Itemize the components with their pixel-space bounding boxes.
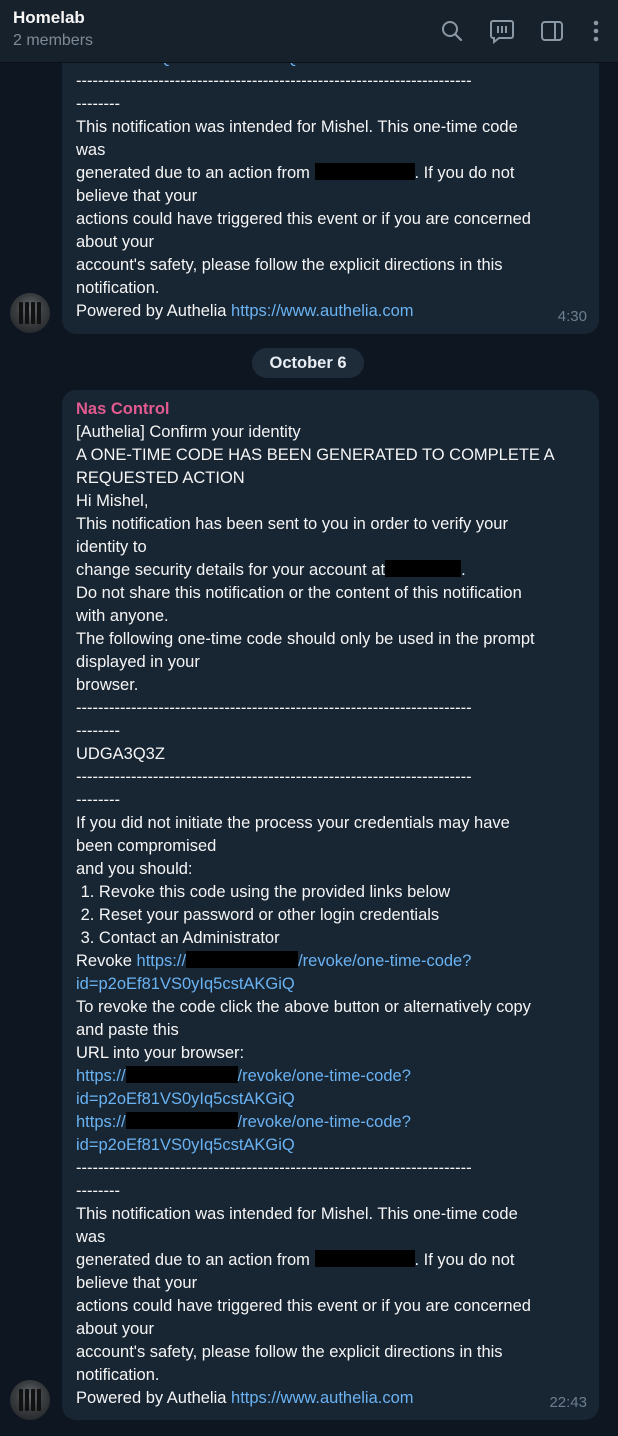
message-text: been compromised <box>76 837 217 855</box>
sender-name[interactable]: Nas Control <box>76 398 585 421</box>
separator-line: -------- <box>76 1182 120 1200</box>
message-bubble[interactable]: id=Dtlkms5QMTIDEUrududxQ ---------------… <box>62 40 599 334</box>
revoke-line: Revoke https:// /revoke/one-time-code? <box>76 950 585 973</box>
revoke-url-link[interactable]: https:// /revoke/one-time-code? <box>76 1112 411 1131</box>
separator-line: ----------------------------------------… <box>76 699 472 717</box>
separator-line: -------- <box>76 791 120 809</box>
message-text: . <box>461 561 466 579</box>
message-text: believe that your <box>76 1274 198 1292</box>
message-text: with anyone. <box>76 607 169 625</box>
link-suffix[interactable]: /revoke/one-time-code? <box>238 1067 411 1085</box>
message-heading: REQUESTED ACTION <box>76 469 245 487</box>
message-text: URL into your browser: <box>76 1044 245 1062</box>
message-text: This notification was intended for Mishe… <box>76 1205 518 1223</box>
powered-by-text: Powered by Authelia <box>76 1389 232 1407</box>
message-heading: A ONE-TIME CODE HAS BEEN GENERATED TO CO… <box>76 446 555 464</box>
list-item: 1. Revoke this code using the provided l… <box>76 883 451 901</box>
more-icon[interactable] <box>582 17 610 45</box>
message-text: believe that your <box>76 187 198 205</box>
message-subject: [Authelia] Confirm your identity <box>76 423 301 441</box>
message-text: This notification has been sent to you i… <box>76 515 508 533</box>
message-text: generated due to an action from <box>76 164 315 182</box>
message-text: Powered by Authelia https://www.authelia… <box>76 1387 585 1410</box>
revoke-link-query[interactable]: id=p2oEf81VS0yIq5cstAKGiQ <box>76 975 295 993</box>
message-text: change security details for your account… <box>76 561 386 579</box>
message-text: . If you do not <box>414 1251 515 1269</box>
separator-line: -------- <box>76 722 120 740</box>
message-text: This notification was intended for Mishe… <box>76 118 518 136</box>
one-time-code[interactable]: UDGA3Q3Z <box>76 743 585 766</box>
message-text: displayed in your <box>76 653 200 671</box>
poll-icon[interactable] <box>488 17 516 45</box>
separator-line: -------- <box>76 95 120 113</box>
message-text: account's safety, please follow the expl… <box>76 256 503 274</box>
message-text: change security details for your account… <box>76 559 585 582</box>
chat-header[interactable]: Homelab 2 members <box>0 0 618 63</box>
message-text: and you should: <box>76 860 193 878</box>
message-text: about your <box>76 1320 154 1338</box>
separator-line: ----------------------------------------… <box>76 1159 472 1177</box>
message-time: 22:43 <box>549 1394 587 1411</box>
message-time: 4:30 <box>557 308 587 325</box>
message-text: was <box>76 1228 106 1246</box>
link-prefix[interactable]: https:// <box>76 1067 126 1085</box>
message-text: generated due to an action from <box>76 1251 315 1269</box>
message-text: was <box>76 141 106 159</box>
link-prefix[interactable]: https:// <box>76 1113 126 1131</box>
message-text: notification. <box>76 1366 160 1384</box>
separator-line: ----------------------------------------… <box>76 72 472 90</box>
redacted-block <box>314 1250 415 1267</box>
authelia-link[interactable]: https://www.authelia.com <box>231 1389 414 1407</box>
message-text: account's safety, please follow the expl… <box>76 1343 503 1361</box>
date-separator: October 6 <box>252 348 364 378</box>
message-text: and paste this <box>76 1021 179 1039</box>
message-text: Powered by Authelia https://www.authelia… <box>76 300 585 323</box>
redacted-block <box>125 1066 238 1083</box>
revoke-url-link[interactable]: https:// /revoke/one-time-code? <box>76 1066 411 1085</box>
message-text: identity to <box>76 538 147 556</box>
avatar[interactable] <box>10 1380 50 1420</box>
revoke-url-query[interactable]: id=p2oEf81VS0yIq5cstAKGiQ <box>76 1136 295 1154</box>
sidebar-icon[interactable] <box>538 17 566 45</box>
message-text: Do not share this notification or the co… <box>76 584 522 602</box>
message-text: Hi Mishel, <box>76 492 149 510</box>
message-text: generated due to an action from . If you… <box>76 162 585 185</box>
message-text: notification. <box>76 279 160 297</box>
redacted-block <box>125 1112 238 1129</box>
redacted-block <box>385 560 462 577</box>
authelia-link[interactable]: https://www.authelia.com <box>231 302 414 320</box>
list-item: 3. Contact an Administrator <box>76 929 280 947</box>
list-item: 2. Reset your password or other login cr… <box>76 906 440 924</box>
message-text: actions could have triggered this event … <box>76 1297 531 1315</box>
redacted-block <box>186 951 299 968</box>
message-bubble[interactable]: Nas Control [Authelia] Confirm your iden… <box>62 390 599 1420</box>
redacted-block <box>314 163 415 180</box>
revoke-url-query[interactable]: id=p2oEf81VS0yIq5cstAKGiQ <box>76 1090 295 1108</box>
message-text: To revoke the code click the above butto… <box>76 998 531 1016</box>
message-text: generated due to an action from . If you… <box>76 1249 585 1272</box>
search-icon[interactable] <box>438 17 466 45</box>
separator-line: ----------------------------------------… <box>76 768 472 786</box>
message-text: If you did not initiate the process your… <box>76 814 510 832</box>
link-prefix[interactable]: https:// <box>137 952 187 970</box>
avatar[interactable] <box>10 293 50 333</box>
link-suffix[interactable]: /revoke/one-time-code? <box>298 952 471 970</box>
member-count: 2 members <box>13 32 94 49</box>
link-suffix[interactable]: /revoke/one-time-code? <box>238 1113 411 1131</box>
message-text: The following one-time code should only … <box>76 630 535 648</box>
powered-by-text: Powered by Authelia <box>76 302 232 320</box>
revoke-label: Revoke <box>76 952 137 970</box>
message-text: about your <box>76 233 154 251</box>
message-text: . If you do not <box>414 164 515 182</box>
revoke-link[interactable]: https:// /revoke/one-time-code? <box>137 951 471 970</box>
message-text: browser. <box>76 676 139 694</box>
message-text: actions could have triggered this event … <box>76 210 531 228</box>
chat-title[interactable]: Homelab <box>13 8 85 28</box>
